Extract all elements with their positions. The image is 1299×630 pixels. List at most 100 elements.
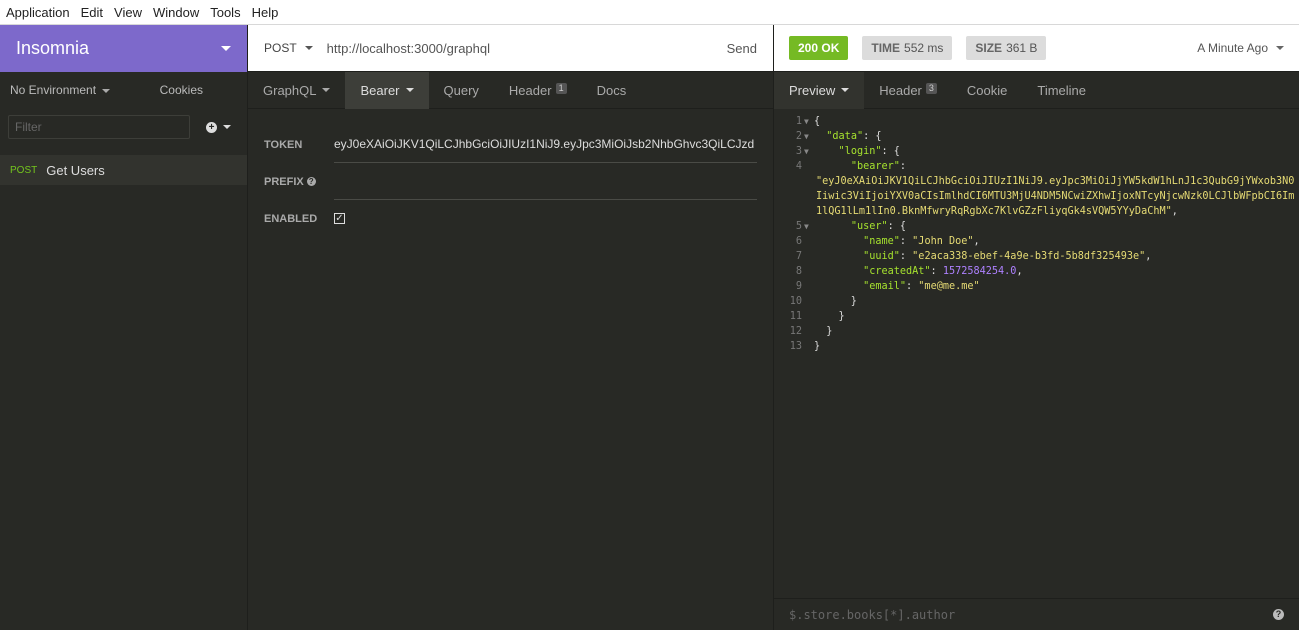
tab-header[interactable]: Header 1	[494, 72, 582, 109]
fold-arrow-icon[interactable]: ▼	[804, 129, 814, 144]
response-json-viewer[interactable]: 1 ▼{2 ▼ "data": {3 ▼ "login": {4 "bearer": "…	[774, 109, 1299, 354]
tab-label: Header	[508, 82, 552, 98]
code-token: ,	[973, 236, 980, 247]
tab-query[interactable]: Query	[429, 72, 494, 109]
token-row: TOKEN eyJ0eXAiOiJKV1QiLCJhbGciOiJIUzI1Ni…	[264, 126, 757, 163]
code-token: : {	[881, 146, 900, 157]
size-badge: SIZE 361 B	[966, 36, 1047, 60]
history-label: A Minute Ago	[1197, 41, 1268, 55]
chevron-down-icon	[221, 46, 231, 51]
help-icon[interactable]: ?	[1273, 609, 1284, 620]
tab-label: Header	[879, 82, 922, 98]
request-list-item[interactable]: POST Get Users	[0, 155, 247, 185]
response-filter-input[interactable]	[789, 607, 1273, 622]
fold-arrow-icon[interactable]: ▼	[804, 144, 814, 159]
header-count-badge: 1	[555, 82, 567, 94]
line-number: 10	[789, 296, 802, 307]
code-line: 7 "uuid": "e2aca338-ebef-4a9e-b3fd-5b8df…	[774, 249, 1299, 264]
menu-window[interactable]: Window	[153, 5, 199, 20]
code-token: "eyJ0eXAiOiJKV1QiLCJhbGciOiJIUzI1NiJ9.ey…	[816, 176, 1295, 217]
method-dropdown[interactable]: POST	[264, 41, 313, 55]
time-badge: TIME 552 ms	[862, 36, 953, 60]
code-token: :	[899, 251, 913, 262]
menu-view[interactable]: View	[114, 5, 142, 20]
tab-bearer[interactable]: Bearer	[345, 71, 429, 109]
token-label: TOKEN	[264, 138, 303, 151]
chevron-down-icon	[405, 88, 414, 92]
response-filter-bar: ?	[774, 598, 1299, 630]
add-request-button[interactable]: +	[206, 121, 231, 133]
tab-docs[interactable]: Docs	[582, 72, 642, 109]
code-token: "uuid"	[863, 251, 900, 262]
environment-row: No Environment Cookies	[0, 72, 247, 108]
prefix-label: PREFIX	[264, 175, 304, 188]
code-token: }	[814, 311, 845, 322]
code-content: }	[814, 339, 820, 354]
menu-tools[interactable]: Tools	[210, 5, 240, 20]
token-input[interactable]: eyJ0eXAiOiJKV1QiLCJhbGciOiJIUzI1NiJ9.eyJ…	[334, 126, 757, 163]
tab-timeline[interactable]: Timeline	[1022, 72, 1101, 109]
request-name: Get Users	[46, 162, 105, 178]
history-dropdown[interactable]: A Minute Ago	[1197, 41, 1284, 55]
line-number: 2	[795, 131, 802, 142]
code-line: 10 }	[774, 294, 1299, 309]
menu-help[interactable]: Help	[252, 5, 279, 20]
prefix-input[interactable]	[334, 163, 757, 200]
code-content: "email": "me@me.me"	[814, 279, 980, 294]
chevron-down-icon	[223, 125, 231, 129]
code-token: "bearer"	[850, 161, 900, 172]
cookies-button[interactable]: Cookies	[160, 83, 203, 97]
url-input[interactable]	[326, 40, 727, 56]
tab-graphql[interactable]: GraphQL	[248, 72, 345, 109]
time-value: 552 ms	[904, 41, 944, 55]
enabled-checkbox[interactable]: ✓	[334, 213, 345, 224]
tab-preview[interactable]: Preview	[774, 71, 865, 109]
workspace-dropdown[interactable]: Insomnia	[0, 25, 247, 72]
environment-dropdown[interactable]: No Environment	[10, 83, 111, 97]
code-line: 3 ▼ "login": {	[774, 144, 1299, 159]
chevron-down-icon	[841, 88, 850, 92]
code-token: ,	[1171, 206, 1178, 217]
header-count-badge: 3	[925, 82, 937, 94]
menu-application[interactable]: Application	[6, 5, 70, 20]
code-line: 4 "bearer":	[774, 159, 1299, 174]
tab-label: Query	[443, 82, 479, 98]
filter-input[interactable]	[8, 115, 190, 139]
code-line: 1 ▼{	[774, 114, 1299, 129]
send-button[interactable]: Send	[727, 41, 757, 56]
help-icon[interactable]: ?	[306, 177, 316, 187]
size-value: 361 B	[1006, 41, 1038, 55]
fold-arrow-icon[interactable]: ▼	[804, 114, 814, 129]
code-content: "createdAt": 1572584254.0,	[814, 264, 1023, 279]
line-number: 8	[795, 266, 802, 277]
code-content: "bearer":	[814, 159, 906, 174]
tab-label: GraphQL	[263, 82, 317, 98]
code-content: {	[814, 114, 820, 129]
tab-label: Preview	[789, 82, 836, 98]
plus-circle-icon: +	[206, 121, 217, 133]
code-content: "data": {	[814, 129, 881, 144]
tab-response-header[interactable]: Header 3	[864, 72, 952, 109]
code-token: :	[899, 161, 907, 172]
time-label: TIME	[871, 41, 901, 55]
code-token: "e2aca338-ebef-4a9e-b3fd-5b8df325493e"	[912, 251, 1146, 262]
fold-arrow-icon[interactable]: ▼	[804, 219, 814, 234]
tab-label: Docs	[596, 82, 627, 98]
prefix-row: PREFIX?	[264, 163, 757, 200]
code-token: "John Doe"	[912, 236, 974, 247]
code-token: ,	[1016, 266, 1023, 277]
code-content: "uuid": "e2aca338-ebef-4a9e-b3fd-5b8df32…	[814, 249, 1151, 264]
tab-cookie[interactable]: Cookie	[952, 72, 1022, 109]
chevron-down-icon	[1276, 46, 1284, 50]
menu-edit[interactable]: Edit	[81, 5, 103, 20]
code-token: :	[906, 281, 919, 292]
line-number: 13	[789, 341, 802, 352]
